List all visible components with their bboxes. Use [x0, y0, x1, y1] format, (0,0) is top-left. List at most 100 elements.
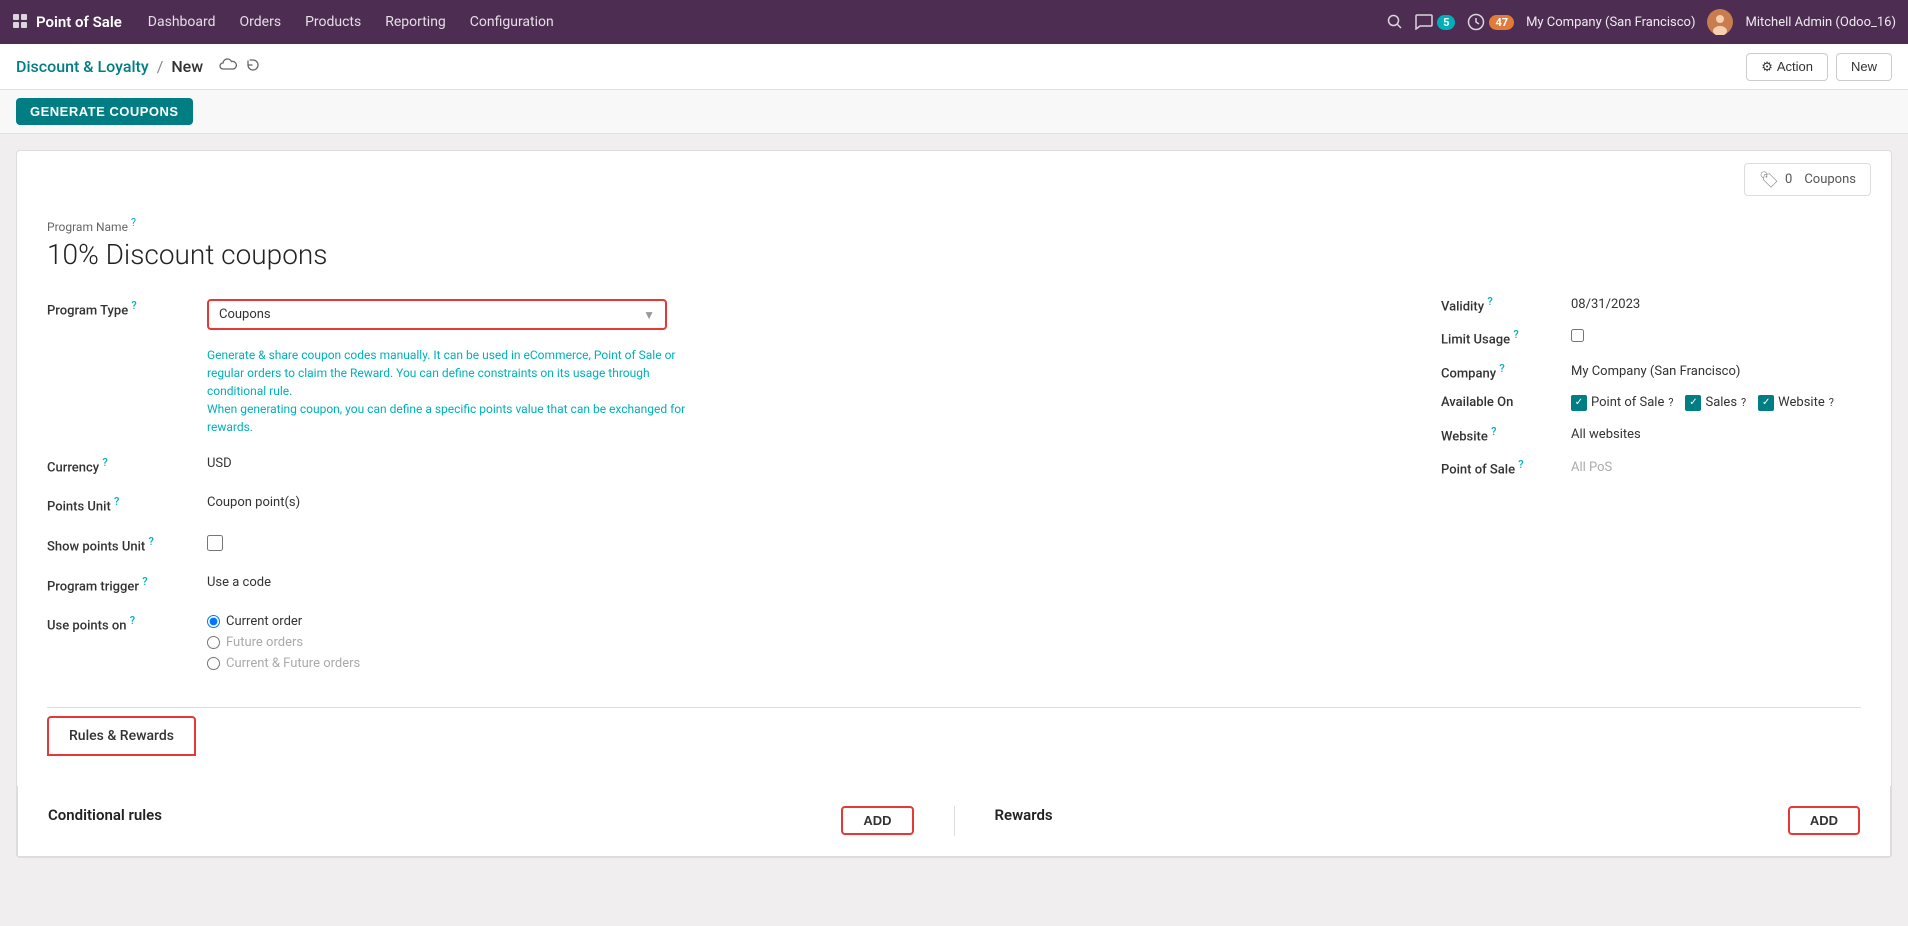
nav-configuration[interactable]: Configuration	[460, 8, 564, 36]
breadcrumb-parent[interactable]: Discount & Loyalty	[16, 57, 149, 76]
radio-both-input[interactable]	[207, 657, 220, 670]
gear-icon: ⚙	[1761, 59, 1773, 75]
discuss-icon	[1415, 14, 1433, 30]
nav-products[interactable]: Products	[295, 8, 371, 36]
points-unit-row: Points Unit ? Coupon point(s)	[47, 491, 1381, 514]
coupons-tag-area: 🏷 0 Coupons	[17, 151, 1891, 196]
form-left: Program Type ? Coupons ▼ Generate & sha	[47, 295, 1381, 687]
program-trigger-value[interactable]: Use a code	[207, 571, 1381, 590]
new-button[interactable]: New	[1836, 53, 1892, 81]
points-unit-help[interactable]: ?	[114, 495, 119, 508]
available-on-row: Available On ✓ Point of Sale ? ✓	[1441, 395, 1861, 411]
main-content: 🏷 0 Coupons Program Name ? 10% Discount …	[0, 134, 1908, 874]
use-points-help[interactable]: ?	[130, 614, 135, 627]
program-type-dropdown[interactable]: Coupons ▼	[207, 299, 667, 330]
coupons-count: 0	[1785, 172, 1792, 187]
currency-value[interactable]: USD	[207, 452, 1381, 471]
radio-future-input[interactable]	[207, 636, 220, 649]
available-on-checkboxes: ✓ Point of Sale ? ✓ Sales ?	[1571, 395, 1861, 411]
discuss-icon-btn[interactable]: 5	[1415, 14, 1455, 30]
nav-reporting[interactable]: Reporting	[375, 8, 456, 36]
website-checked-icon: ✓	[1758, 395, 1774, 411]
program-name-section: Program Name ? 10% Discount coupons	[47, 216, 1861, 271]
checkbox-pos[interactable]: ✓ Point of Sale ?	[1571, 395, 1673, 411]
points-unit-value[interactable]: Coupon point(s)	[207, 491, 1381, 510]
validity-label: Validity ?	[1441, 295, 1571, 314]
validity-value[interactable]: 08/31/2023	[1571, 297, 1861, 312]
program-trigger-help[interactable]: ?	[142, 575, 147, 588]
validity-help[interactable]: ?	[1487, 295, 1492, 308]
available-on-list: ✓ Point of Sale ? ✓ Sales ?	[1571, 395, 1861, 411]
bottom-section: Conditional rules ADD Rewards ADD	[17, 786, 1891, 857]
nav-orders[interactable]: Orders	[230, 8, 292, 36]
show-points-checkbox	[207, 531, 1381, 555]
website-value[interactable]: All websites	[1571, 427, 1861, 442]
show-points-label: Show points Unit ?	[47, 531, 207, 554]
currency-label: Currency ?	[47, 452, 207, 475]
pos-help[interactable]: ?	[1668, 396, 1673, 409]
pos-field-row: Point of Sale ? All PoS	[1441, 458, 1861, 477]
radio-future-orders[interactable]: Future orders	[207, 635, 1381, 650]
action-button[interactable]: ⚙ Action	[1746, 53, 1828, 81]
add-conditional-rule-button[interactable]: ADD	[841, 806, 913, 835]
form-two-col: Program Type ? Coupons ▼ Generate & sha	[47, 295, 1861, 687]
program-name-help[interactable]: ?	[131, 216, 136, 229]
program-title[interactable]: 10% Discount coupons	[47, 238, 1861, 271]
checkbox-sales[interactable]: ✓ Sales ?	[1685, 395, 1746, 411]
search-icon-btn[interactable]	[1387, 14, 1403, 30]
coupons-badge[interactable]: 🏷 0 Coupons	[1744, 163, 1871, 196]
program-type-help[interactable]: ?	[131, 299, 136, 312]
radio-current-input[interactable]	[207, 615, 220, 628]
messages-badge: 5	[1437, 15, 1455, 30]
app-logo[interactable]: Point of Sale	[12, 13, 122, 31]
tabs-bar: Rules & Rewards	[47, 707, 1861, 756]
action-label: Action	[1777, 59, 1813, 74]
generate-coupons-button[interactable]: GENERATE COUPONS	[16, 98, 193, 125]
limit-usage-checkbox	[1571, 329, 1861, 346]
show-points-input[interactable]	[207, 535, 223, 551]
show-points-help[interactable]: ?	[148, 535, 153, 548]
radio-current-order[interactable]: Current order	[207, 614, 1381, 629]
company-help[interactable]: ?	[1499, 362, 1504, 375]
sales-help[interactable]: ?	[1741, 396, 1746, 409]
radio-both-orders[interactable]: Current & Future orders	[207, 656, 1381, 671]
activities-icon-btn[interactable]: 47	[1467, 13, 1514, 31]
website-field-help[interactable]: ?	[1491, 425, 1496, 438]
program-type-selected: Coupons	[219, 307, 635, 322]
search-icon	[1387, 14, 1403, 30]
program-type-value: Coupons ▼	[207, 295, 1381, 330]
dropdown-arrow-icon: ▼	[643, 308, 655, 322]
form-right: Validity ? 08/31/2023 Limit Usage ?	[1441, 295, 1861, 687]
website-help[interactable]: ?	[1829, 396, 1834, 409]
use-points-options: Current order Future orders Current & Fu…	[207, 610, 1381, 671]
limit-usage-input[interactable]	[1571, 329, 1584, 342]
coupons-label: Coupons	[1804, 172, 1856, 187]
use-points-label: Use points on ?	[47, 610, 207, 633]
pos-checked-icon: ✓	[1571, 395, 1587, 411]
program-trigger-label: Program trigger ?	[47, 571, 207, 594]
currency-help[interactable]: ?	[102, 456, 107, 469]
bottom-columns: Conditional rules ADD Rewards ADD	[48, 806, 1860, 836]
add-reward-button[interactable]: ADD	[1788, 806, 1860, 835]
checkbox-website[interactable]: ✓ Website ?	[1758, 395, 1834, 411]
clock-icon	[1467, 13, 1485, 31]
tab-rules-rewards[interactable]: Rules & Rewards	[47, 716, 196, 756]
pos-value[interactable]: All PoS	[1571, 460, 1861, 475]
pos-field-label: Point of Sale ?	[1441, 458, 1571, 477]
breadcrumb-icons	[219, 57, 261, 77]
nav-dashboard[interactable]: Dashboard	[138, 8, 226, 36]
reset-icon[interactable]	[245, 57, 261, 77]
rewards-header: Rewards ADD	[995, 806, 1861, 836]
company-value[interactable]: My Company (San Francisco)	[1571, 364, 1861, 379]
cloud-icon[interactable]	[219, 57, 237, 77]
pos-field-help[interactable]: ?	[1518, 458, 1523, 471]
currency-row: Currency ? USD	[47, 452, 1381, 475]
app-name: Point of Sale	[36, 13, 122, 31]
user-avatar[interactable]	[1707, 9, 1733, 35]
limit-usage-row: Limit Usage ?	[1441, 328, 1861, 347]
limit-usage-help[interactable]: ?	[1513, 328, 1518, 341]
program-type-description: Generate & share coupon codes manually. …	[207, 346, 687, 436]
topbar-right: 5 47 My Company (San Francisco) Mitchell…	[1387, 9, 1896, 35]
main-nav: Dashboard Orders Products Reporting Conf…	[138, 8, 564, 36]
limit-usage-label: Limit Usage ?	[1441, 328, 1571, 347]
